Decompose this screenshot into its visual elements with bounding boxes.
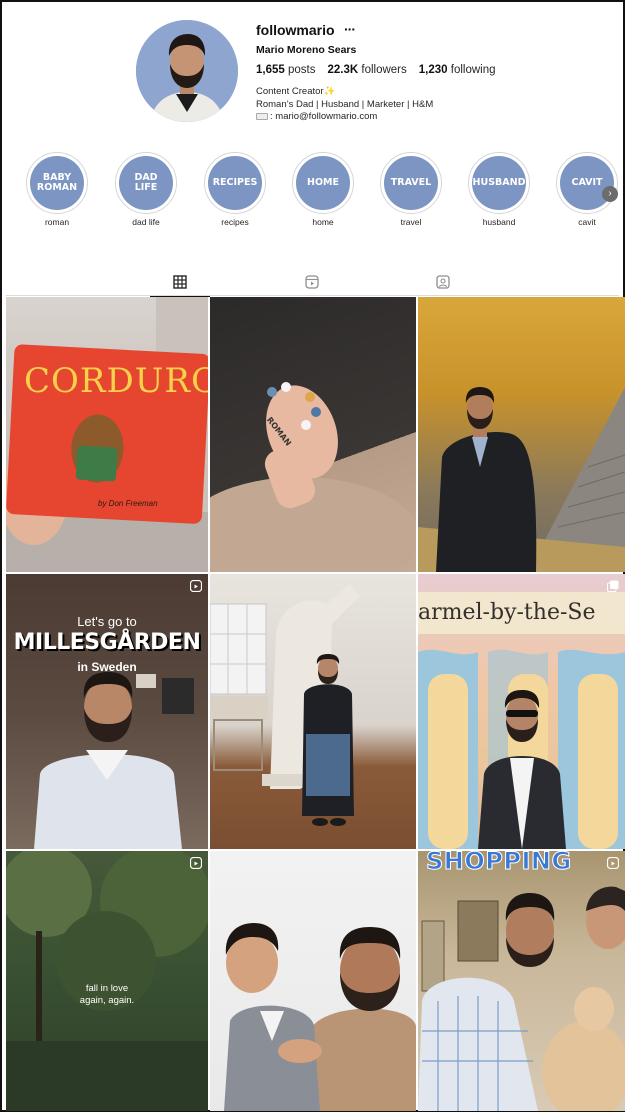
chevron-right-icon[interactable]: › xyxy=(602,186,618,202)
tagged-icon xyxy=(436,275,450,289)
reels-icon xyxy=(305,275,319,289)
highlight-recipes[interactable]: RECIPES recipes xyxy=(204,152,266,227)
bio-email[interactable]: : mario@followmario.com xyxy=(270,111,377,122)
envelope-icon xyxy=(256,112,268,120)
following-stat[interactable]: 1,230 following xyxy=(419,64,496,76)
profile-avatar[interactable] xyxy=(136,20,238,122)
book-byline-text: by Don Freeman xyxy=(98,499,158,508)
highlight-cover: HUSBAND xyxy=(472,156,526,210)
highlight-ring: HOME xyxy=(292,152,354,214)
post-tile[interactable] xyxy=(210,574,416,849)
highlight-travel[interactable]: TRAVEL travel xyxy=(380,152,442,227)
highlight-cover: CAVIT xyxy=(560,156,614,210)
sparkle-icon: ✨ xyxy=(323,86,336,97)
more-options-icon[interactable]: ··· xyxy=(344,21,356,37)
highlight-ring: RECIPES xyxy=(204,152,266,214)
highlight-cover: TRAVEL xyxy=(384,156,438,210)
mural-text: armel-by-the-Se xyxy=(418,600,596,625)
highlight-ring: CAVIT xyxy=(556,152,618,214)
post-tile[interactable] xyxy=(418,297,625,572)
highlight-ring: TRAVEL xyxy=(380,152,442,214)
post-tile[interactable]: Let's go to MILLESGÅRDEN in Sweden xyxy=(6,574,208,849)
highlight-label: dad life xyxy=(132,217,160,227)
grid-icon xyxy=(173,275,187,289)
highlight-cover: DAD LIFE xyxy=(119,156,173,210)
highlight-label: travel xyxy=(400,217,422,227)
highlight-ring: BABY ROMAN xyxy=(26,152,88,214)
profile-bio: Content Creator✨ Roman’s Dad | Husband |… xyxy=(256,86,433,124)
highlight-label: recipes xyxy=(221,217,249,227)
reel-caption-line-1: fall in love xyxy=(85,983,129,994)
highlight-label: husband xyxy=(482,217,516,227)
reel-caption-line-3: in Sweden xyxy=(77,660,137,674)
posts-grid: CORDUROY by Don Freeman ROMAN xyxy=(6,297,625,1112)
post-image xyxy=(6,851,208,1111)
reel-indicator-icon xyxy=(190,580,202,592)
followers-stat[interactable]: 22.3K followers xyxy=(327,64,406,76)
post-image xyxy=(418,387,625,572)
highlight-roman[interactable]: BABY ROMAN roman xyxy=(26,152,88,227)
profile-username: followmario xyxy=(256,22,335,38)
highlight-ring: HUSBAND xyxy=(468,152,530,214)
reel-caption-line-2: MILLESGÅRDEN xyxy=(13,630,201,655)
highlight-cover: BABY ROMAN xyxy=(30,156,84,210)
post-tile[interactable] xyxy=(210,851,416,1111)
reel-indicator-icon xyxy=(607,857,619,869)
post-image xyxy=(210,382,416,572)
profile-full-name: Mario Moreno Sears xyxy=(256,44,357,56)
reel-indicator-icon xyxy=(190,857,202,869)
tab-tagged[interactable] xyxy=(413,268,473,296)
post-tile[interactable]: fall in love again, again. xyxy=(6,851,208,1111)
post-image xyxy=(224,923,416,1111)
post-image xyxy=(418,886,625,1111)
highlight-ring: DAD LIFE xyxy=(115,152,177,214)
profile-page: followmario ··· Mario Moreno Sears 1,655… xyxy=(0,0,625,1112)
reel-caption: SHOPPING xyxy=(426,851,572,876)
profile-stats: 1,655 posts 22.3K followers 1,230 follow… xyxy=(256,64,496,76)
post-tile[interactable]: CORDUROY by Don Freeman xyxy=(6,297,208,572)
bio-line-2: Roman’s Dad | Husband | Marketer | H&M xyxy=(256,98,434,110)
highlight-dad-life[interactable]: DAD LIFE dad life xyxy=(115,152,177,227)
highlight-cover: RECIPES xyxy=(208,156,262,210)
highlight-home[interactable]: HOME home xyxy=(292,152,354,227)
highlight-husband[interactable]: HUSBAND husband xyxy=(468,152,530,227)
reel-caption-line-2: again, again. xyxy=(79,995,135,1006)
tab-posts[interactable] xyxy=(150,268,210,297)
bio-line-1: Content Creator xyxy=(256,86,324,97)
post-tile[interactable]: SHOPPING xyxy=(418,851,625,1111)
book-title-text: CORDUROY xyxy=(24,361,208,401)
post-tile[interactable]: ROMAN xyxy=(210,297,416,572)
reel-caption-line-1: Let's go to xyxy=(77,614,137,629)
highlight-label: home xyxy=(312,217,334,227)
post-image xyxy=(6,297,208,572)
post-tile[interactable]: armel-by-the-Se xyxy=(418,574,625,849)
highlight-label: roman xyxy=(44,217,70,227)
tab-reels[interactable] xyxy=(282,268,342,296)
highlight-label: cavit xyxy=(578,217,596,227)
posts-stat: 1,655 posts xyxy=(256,64,316,76)
highlight-cover: HOME xyxy=(296,156,350,210)
post-image xyxy=(210,584,360,826)
carousel-indicator-icon xyxy=(607,580,619,592)
